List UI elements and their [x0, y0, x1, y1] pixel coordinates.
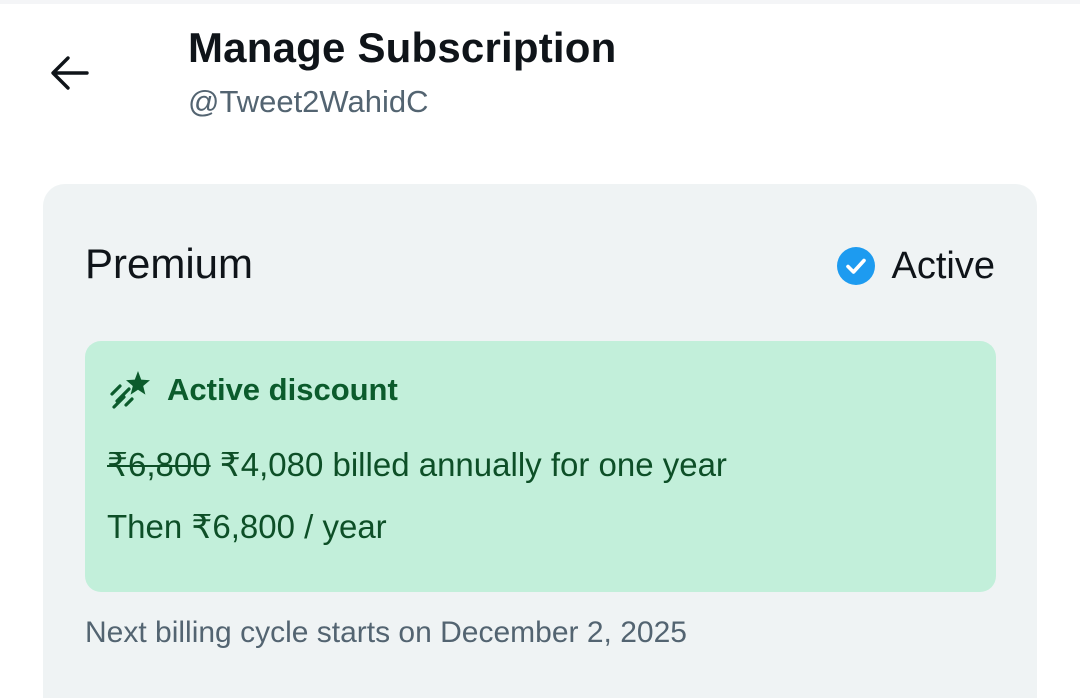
page-title: Manage Subscription — [188, 24, 617, 71]
status-bar-strip — [0, 0, 1080, 4]
plan-name: Premium — [85, 240, 254, 287]
status-badge: Active — [836, 244, 995, 288]
account-handle: @Tweet2WahidC — [188, 84, 429, 119]
manage-subscription-screen: Manage Subscription @Tweet2WahidC Premiu… — [0, 0, 1080, 698]
discount-title: Active discount — [167, 372, 398, 407]
active-discount-box: Active discount ₹6,800 ₹4,080 billed ann… — [85, 341, 996, 592]
discount-price-line: ₹6,800 ₹4,080 billed annually for one ye… — [107, 445, 727, 484]
discounted-price-text: ₹4,080 billed annually for one year — [219, 446, 727, 483]
discount-header: Active discount — [107, 367, 398, 413]
subscription-card: Premium Active Active discount ₹6,800 ₹4… — [43, 184, 1037, 698]
back-button[interactable] — [40, 44, 98, 102]
check-circle-icon — [836, 246, 876, 286]
status-label: Active — [891, 244, 995, 287]
renewal-price-text: Then ₹6,800 / year — [107, 508, 387, 545]
arrow-left-icon — [49, 55, 89, 91]
original-price: ₹6,800 — [107, 446, 211, 483]
sparkle-star-icon — [107, 367, 153, 413]
next-billing-note: Next billing cycle starts on December 2,… — [85, 616, 687, 649]
